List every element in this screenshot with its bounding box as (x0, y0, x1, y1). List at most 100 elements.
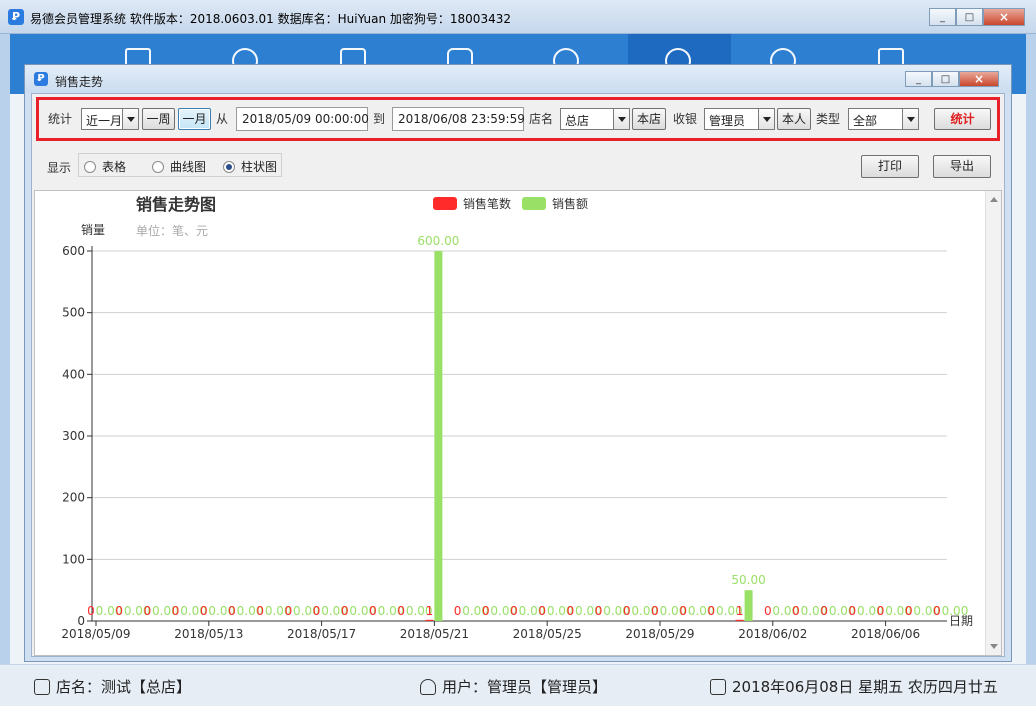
display-option-label: 柱状图 (241, 160, 278, 174)
display-option-label: 曲线图 (170, 160, 207, 174)
week-button[interactable]: 一周 (142, 108, 175, 130)
export-button[interactable]: 导出 (933, 155, 991, 178)
y-axis-label: 销量 (81, 223, 105, 237)
display-option-table[interactable]: 表格 (84, 158, 126, 175)
status-date-text: 2018年06月08日 星期五 农历四月廿五 (732, 678, 998, 696)
type-label: 类型 (816, 112, 841, 126)
data-label-count: 0 (708, 604, 716, 618)
radio-bar[interactable] (223, 160, 235, 173)
cashier-value: 管理员 (709, 114, 746, 128)
main-minimize-button[interactable]: _ (929, 8, 956, 26)
legend-swatch-1 (433, 197, 457, 210)
print-button[interactable]: 打印 (861, 155, 919, 178)
main-close-button[interactable]: × (983, 8, 1025, 26)
close-icon: × (973, 72, 985, 86)
this-store-button[interactable]: 本店 (632, 108, 666, 130)
data-label-count: 0 (651, 604, 659, 618)
type-value: 全部 (853, 114, 878, 128)
data-label-count: 0 (933, 604, 941, 618)
child-title-bar: Ꝑ 销售走势 _ □ × (25, 65, 1011, 93)
stat-label: 统计 (48, 112, 73, 126)
store-select[interactable]: 总店 (560, 108, 630, 130)
x-tick-label: 2018/06/02 (738, 627, 807, 641)
chart-subtitle: 单位：笔、元 (136, 223, 208, 238)
bar-count (425, 619, 434, 621)
chart-title: 销售走势图 (136, 195, 216, 214)
close-icon: × (998, 10, 1010, 24)
display-option-line[interactable]: 曲线图 (152, 158, 206, 175)
chart-area: 销售走势图 单位：笔、元 销量 日期 销售笔数 销售额 0 100 200 300 400 500 60… (34, 190, 1002, 656)
data-label-count: 0 (538, 604, 546, 618)
data-label-count: 0 (369, 604, 377, 618)
x-tick-label: 2018/05/25 (513, 627, 582, 641)
data-label-count: 0 (454, 604, 462, 618)
scroll-down-icon[interactable] (990, 644, 998, 649)
main-window-controls: _ □ × (929, 8, 1025, 26)
y-tick-label: 200 (62, 491, 85, 505)
y-tick-label: 600 (62, 244, 85, 258)
data-label-count: 0 (285, 604, 293, 618)
type-select[interactable]: 全部 (848, 108, 919, 130)
user-icon (420, 678, 436, 695)
self-button[interactable]: 本人 (777, 108, 811, 130)
minimize-icon: _ (940, 11, 945, 23)
window-title: 销售走势 (55, 75, 104, 89)
x-tick-label: 2018/05/13 (174, 627, 243, 641)
to-label: 到 (373, 112, 386, 126)
x-tick-label: 2018/05/17 (287, 627, 356, 641)
data-label-count: 0 (172, 604, 180, 618)
data-label-count: 0 (567, 604, 575, 618)
store-value: 总店 (565, 114, 590, 128)
display-label: 显示 (47, 161, 72, 175)
data-label-count: 0 (877, 604, 885, 618)
scroll-up-icon[interactable] (990, 197, 998, 202)
store-icon (34, 678, 50, 695)
child-window-controls: _ □ × (905, 71, 999, 87)
app-logo-icon: Ꝑ (8, 9, 24, 25)
child-close-button[interactable]: × (959, 71, 999, 87)
child-maximize-button[interactable]: □ (932, 71, 959, 87)
x-tick-label: 2018/05/29 (625, 627, 694, 641)
display-option-bar[interactable]: 柱状图 (223, 158, 277, 175)
y-tick-label: 300 (62, 429, 85, 443)
bar-count (735, 619, 744, 621)
chevron-down-icon (122, 109, 138, 129)
app-title: 易德会员管理系统 软件版本：2018.0603.01 数据库名：HuiYuan … (30, 12, 511, 26)
sales-trend-chart: 销售走势图单位：笔、元销量日期销售笔数 销售额010020030040050060… (61, 195, 973, 641)
month-button[interactable]: 一月 (178, 108, 211, 130)
x-tick-label: 2018/05/09 (61, 627, 130, 641)
data-label-count: 0 (623, 604, 631, 618)
main-title-bar: Ꝑ 易德会员管理系统 软件版本：2018.0603.01 数据库名：HuiYua… (0, 0, 1036, 34)
data-label-count: 0 (849, 604, 857, 618)
data-label-count: 1 (736, 604, 744, 618)
chart-vertical-scrollbar[interactable] (985, 191, 1001, 655)
data-label-count: 0 (228, 604, 236, 618)
main-maximize-button[interactable]: □ (956, 8, 983, 26)
chevron-down-icon (613, 109, 629, 129)
data-label-amount: 600.00 (417, 234, 459, 248)
calendar-icon (710, 678, 726, 695)
data-label-count: 0 (820, 604, 828, 618)
status-user-text: 用户：管理员【管理员】 (442, 678, 608, 696)
maximize-icon: □ (964, 11, 975, 23)
radio-table[interactable] (84, 160, 96, 173)
data-label-count: 0 (200, 604, 208, 618)
data-label-count: 0 (792, 604, 800, 618)
run-stat-button[interactable]: 统计 (934, 108, 991, 130)
status-date: 2018年06月08日 星期五 农历四月廿五 (710, 676, 998, 697)
status-bar: 店名：测试【总店】 用户：管理员【管理员】 2018年06月08日 星期五 农历… (0, 664, 1036, 706)
radio-line[interactable] (152, 160, 164, 173)
chevron-down-icon (758, 109, 774, 129)
window-logo-icon: Ꝑ (34, 72, 48, 86)
cashier-select[interactable]: 管理员 (704, 108, 775, 130)
data-label-count: 0 (679, 604, 687, 618)
from-date-input[interactable]: 2018/05/09 00:00:00 (236, 107, 369, 131)
status-store: 店名：测试【总店】 (34, 676, 191, 697)
child-minimize-button[interactable]: _ (905, 71, 932, 87)
data-label-count: 0 (397, 604, 405, 618)
bar-amount (744, 590, 753, 621)
period-select[interactable]: 近一月 (81, 108, 139, 130)
data-label-count: 0 (595, 604, 603, 618)
data-label-count: 0 (87, 604, 95, 618)
to-date-input[interactable]: 2018/06/08 23:59:59 (392, 107, 525, 131)
